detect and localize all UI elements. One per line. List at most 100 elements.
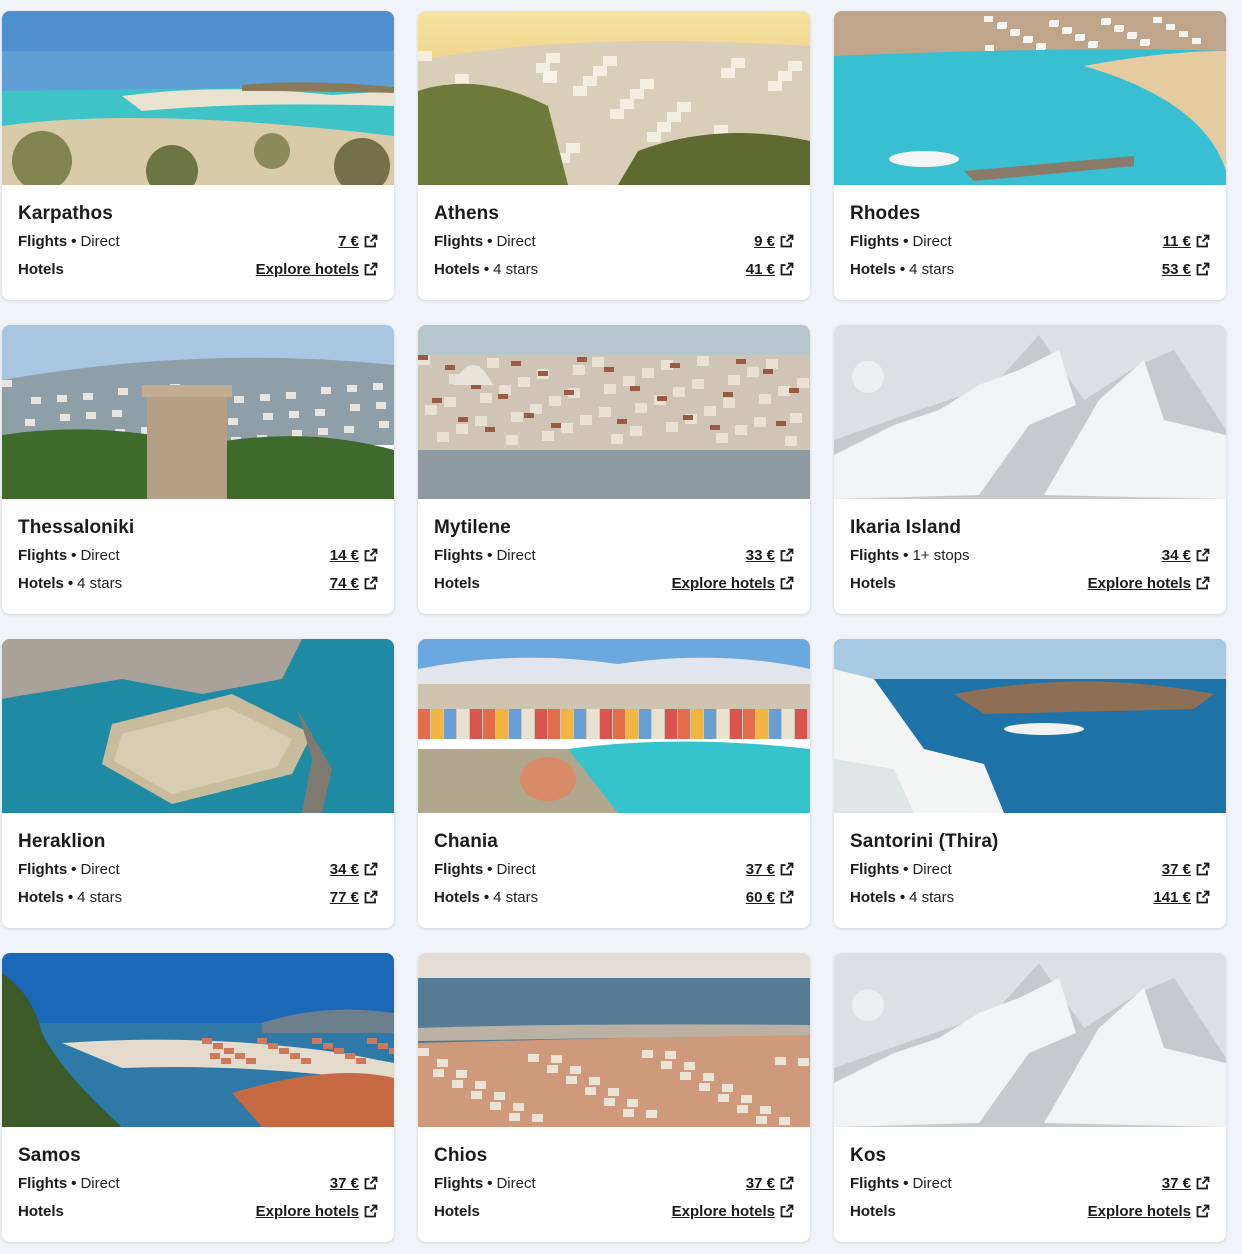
hotels-label: Hotels: [18, 888, 64, 906]
flight-stops: Direct: [912, 860, 952, 878]
explore-hotels-link[interactable]: Explore hotels: [1088, 1203, 1210, 1220]
external-link-icon: [780, 1176, 794, 1190]
hotel-price-link[interactable]: 141 €: [1153, 889, 1210, 906]
hotels-row: Hotels Explore hotels: [18, 1197, 378, 1225]
destination-photo[interactable]: [2, 325, 394, 499]
destination-photo[interactable]: [418, 325, 810, 499]
flight-price-link[interactable]: 37 €: [1162, 861, 1210, 878]
hotel-price: Explore hotels: [1087, 1202, 1191, 1220]
separator-dot: •: [483, 888, 490, 906]
card-info: Thessaloniki Flights • Direct 14 € Hotels •…: [18, 515, 378, 597]
flight-price-link[interactable]: 37 €: [746, 861, 794, 878]
flight-stops: Direct: [80, 1174, 120, 1192]
hotels-label-group: Hotels • 4 stars: [850, 889, 954, 906]
destination-photo[interactable]: [418, 639, 810, 813]
destination-card-chania[interactable]: Chania Flights • Direct 37 € Hotels • 4 star…: [418, 639, 810, 928]
placeholder-image[interactable]: [834, 953, 1226, 1127]
flight-price-link[interactable]: 34 €: [330, 861, 378, 878]
hotel-price: 41 €: [745, 260, 775, 278]
explore-hotels-link[interactable]: Explore hotels: [256, 1203, 378, 1220]
external-link-icon: [1196, 576, 1210, 590]
destination-card-kos[interactable]: Kos Flights • Direct 37 € Hotels Explore h…: [834, 953, 1226, 1242]
destination-photo[interactable]: [2, 639, 394, 813]
hotels-label: Hotels: [434, 888, 480, 906]
placeholder-image[interactable]: [834, 325, 1226, 499]
destination-name: Mytilene: [434, 517, 511, 538]
hotels-label-group: Hotels: [434, 575, 480, 592]
flight-price: 37 €: [745, 860, 775, 878]
destination-card-mytilene[interactable]: Mytilene Flights • Direct 33 € Hotels Expl…: [418, 325, 810, 614]
destination-card-karpathos[interactable]: Karpathos Flights • Direct 7 € Hotels Expl…: [2, 11, 394, 300]
flight-price-link[interactable]: 11 €: [1163, 233, 1210, 250]
flights-label-group: Flights • Direct: [18, 1175, 120, 1192]
flights-row: Flights • Direct 9 €: [434, 227, 794, 255]
destination-photo[interactable]: [834, 639, 1226, 813]
flight-stops: Direct: [496, 232, 536, 250]
destination-card-rhodes[interactable]: Rhodes Flights • Direct 11 € Hotels • 4 star…: [834, 11, 1226, 300]
hotel-price-link[interactable]: 41 €: [746, 261, 794, 278]
destination-card-chios[interactable]: Chios Flights • Direct 37 € Hotels Explore…: [418, 953, 810, 1242]
destination-name: Thessaloniki: [18, 517, 135, 538]
hotel-stars: 4 stars: [77, 574, 123, 592]
explore-hotels-link[interactable]: Explore hotels: [1088, 575, 1210, 592]
destination-card-samos[interactable]: Samos Flights • Direct 37 € Hotels Explore…: [2, 953, 394, 1242]
flights-label: Flights: [18, 860, 68, 878]
destination-card-santorini-thira[interactable]: Santorini (Thira) Flights • Direct 37 € Ho…: [834, 639, 1226, 928]
external-link-icon: [364, 548, 378, 562]
destination-card-ikaria-island[interactable]: Ikaria Island Flights • 1+ stops 34 € Hote…: [834, 325, 1226, 614]
hotels-label-group: Hotels: [18, 1203, 64, 1220]
hotel-price-link[interactable]: 60 €: [746, 889, 794, 906]
card-info: Mytilene Flights • Direct 33 € Hotels Expl…: [434, 515, 794, 597]
external-link-icon: [780, 548, 794, 562]
hotels-label: Hotels: [434, 260, 480, 278]
flights-label: Flights: [850, 546, 900, 564]
hotel-price-link[interactable]: 74 €: [330, 575, 378, 592]
flights-label-group: Flights • Direct: [434, 1175, 536, 1192]
flight-stops: Direct: [496, 546, 536, 564]
flight-price-link[interactable]: 34 €: [1162, 547, 1210, 564]
external-link-icon: [364, 890, 378, 904]
destination-photo[interactable]: [418, 953, 810, 1127]
flights-label: Flights: [18, 232, 68, 250]
destination-photo[interactable]: [418, 11, 810, 185]
external-link-icon: [1196, 548, 1210, 562]
flight-price-link[interactable]: 9 €: [754, 233, 794, 250]
destination-photo[interactable]: [2, 953, 394, 1127]
hotel-stars: 4 stars: [493, 888, 539, 906]
hotel-price: Explore hotels: [255, 1202, 359, 1220]
hotel-price: 141 €: [1153, 888, 1191, 906]
hotels-label: Hotels: [850, 574, 896, 592]
flight-price-link[interactable]: 14 €: [330, 547, 378, 564]
destination-photo[interactable]: [2, 11, 394, 185]
flight-price-link[interactable]: 37 €: [330, 1175, 378, 1192]
flights-label-group: Flights • Direct: [850, 233, 952, 250]
external-link-icon: [364, 1176, 378, 1190]
destination-card-heraklion[interactable]: Heraklion Flights • Direct 34 € Hotels • 4 s…: [2, 639, 394, 928]
card-info: Kos Flights • Direct 37 € Hotels Explore h…: [850, 1143, 1210, 1225]
destination-name: Santorini (Thira): [850, 831, 999, 852]
hotels-label-group: Hotels: [434, 1203, 480, 1220]
destination-card-athens[interactable]: Athens Flights • Direct 9 € Hotels • 4 stars…: [418, 11, 810, 300]
hotel-price-link[interactable]: 77 €: [330, 889, 378, 906]
explore-hotels-link[interactable]: Explore hotels: [672, 1203, 794, 1220]
flight-price-link[interactable]: 33 €: [746, 547, 794, 564]
external-link-icon: [780, 576, 794, 590]
flights-label-group: Flights • Direct: [850, 1175, 952, 1192]
flights-row: Flights • Direct 37 €: [18, 1169, 378, 1197]
flights-row: Flights • Direct 37 €: [434, 855, 794, 883]
external-link-icon: [364, 862, 378, 876]
hotels-row: Hotels • 4 stars 41 €: [434, 255, 794, 283]
card-info: Rhodes Flights • Direct 11 € Hotels • 4 star…: [850, 201, 1210, 283]
destination-photo[interactable]: [834, 11, 1226, 185]
destination-card-thessaloniki[interactable]: Thessaloniki Flights • Direct 14 € Hotels •…: [2, 325, 394, 614]
flight-price-link[interactable]: 7 €: [338, 233, 378, 250]
hotel-price-link[interactable]: 53 €: [1162, 261, 1210, 278]
explore-hotels-link[interactable]: Explore hotels: [672, 575, 794, 592]
hotels-label-group: Hotels: [850, 575, 896, 592]
flights-label: Flights: [850, 860, 900, 878]
flight-price-link[interactable]: 37 €: [746, 1175, 794, 1192]
flights-row: Flights • Direct 11 €: [850, 227, 1210, 255]
flights-label: Flights: [18, 1174, 68, 1192]
explore-hotels-link[interactable]: Explore hotels: [256, 261, 378, 278]
flight-price-link[interactable]: 37 €: [1162, 1175, 1210, 1192]
